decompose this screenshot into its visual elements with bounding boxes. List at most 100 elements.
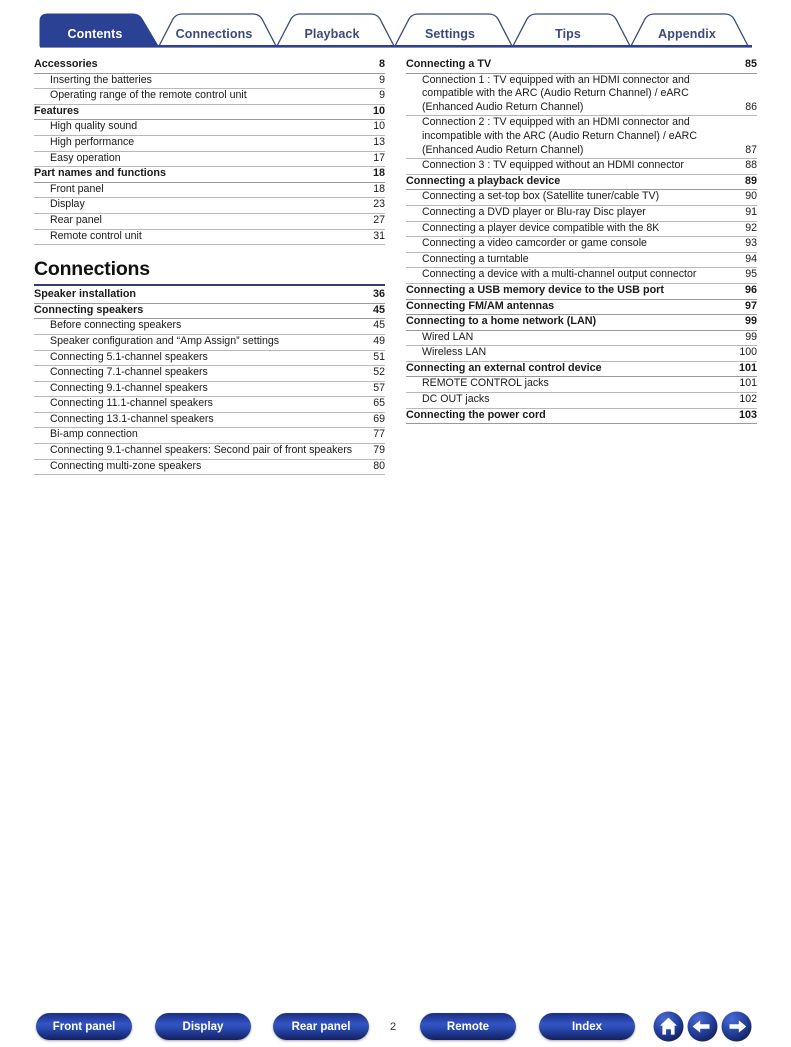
toc-entry[interactable]: DC OUT jacks 102 bbox=[406, 393, 757, 409]
toc-entry-page: 101 bbox=[739, 377, 757, 390]
toc-entry[interactable]: Connecting multi-zone speakers 80 bbox=[34, 460, 385, 476]
toc-entry[interactable]: Connecting the power cord 103 bbox=[406, 409, 757, 425]
tab-playback[interactable]: Playback bbox=[304, 27, 359, 41]
toc-entry[interactable]: Connecting 7.1-channel speakers 52 bbox=[34, 366, 385, 382]
toc-entry[interactable]: Inserting the batteries 9 bbox=[34, 74, 385, 90]
tab-appendix[interactable]: Appendix bbox=[658, 27, 716, 41]
footer-button-display[interactable]: Display bbox=[155, 1013, 251, 1040]
home-icon[interactable] bbox=[653, 1011, 684, 1042]
toc-entry-page: 17 bbox=[373, 151, 385, 164]
toc-entry-label: Accessories bbox=[34, 58, 98, 70]
toc-entry[interactable]: Connection 2 : TV equipped with an HDMI … bbox=[406, 116, 757, 160]
toc-entry[interactable]: Connecting an external control device 101 bbox=[406, 362, 757, 378]
toc-entry-page: 57 bbox=[373, 381, 385, 394]
toc-entry-page: 77 bbox=[373, 428, 385, 441]
tab-connections[interactable]: Connections bbox=[176, 27, 253, 41]
toc-entry-label: Inserting the batteries bbox=[50, 73, 152, 86]
toc-entry-label: Speaker configuration and “Amp Assign” s… bbox=[50, 334, 280, 347]
toc-entry[interactable]: Connection 1 : TV equipped with an HDMI … bbox=[406, 74, 757, 117]
toc-entry[interactable]: Connecting 13.1-channel speakers 69 bbox=[34, 413, 385, 429]
toc-entry[interactable]: Connecting 9.1-channel speakers: Second … bbox=[34, 444, 385, 460]
toc-entry-page: 85 bbox=[744, 58, 757, 70]
toc-entry-label: REMOTE CONTROL jacks bbox=[422, 377, 549, 390]
toc-entry[interactable]: Connecting a turntable 94 bbox=[406, 253, 757, 269]
arrow-right-icon[interactable] bbox=[721, 1011, 752, 1042]
toc-entry-page: 45 bbox=[372, 303, 385, 316]
toc-entry-label: High quality sound bbox=[50, 120, 138, 133]
toc-entry[interactable]: Speaker configuration and “Amp Assign” s… bbox=[34, 335, 385, 351]
toc-column-left: Accessories 8 Inserting the batteries 9 Oper… bbox=[34, 58, 385, 476]
toc-entry-page: 9 bbox=[379, 73, 385, 86]
toc-entry[interactable]: Wired LAN 99 bbox=[406, 331, 757, 347]
toc-entry[interactable]: Connecting a playback device 89 bbox=[406, 175, 757, 191]
toc-entry[interactable]: Remote control unit 31 bbox=[34, 230, 385, 246]
toc-entry-page: 88 bbox=[745, 159, 757, 172]
toc-entry[interactable]: Wireless LAN 100 bbox=[406, 346, 757, 362]
toc-entry-label: Connecting the power cord bbox=[406, 408, 546, 421]
toc-entry[interactable]: Connecting 11.1-channel speakers 65 bbox=[34, 397, 385, 413]
toc-entry[interactable]: Before connecting speakers 45 bbox=[34, 319, 385, 335]
page-number: 2 bbox=[389, 1020, 397, 1033]
toc-entry-page: 10 bbox=[372, 104, 385, 117]
toc-entry[interactable]: Connecting FM/AM antennas 97 bbox=[406, 300, 757, 316]
tab-contents[interactable]: Contents bbox=[68, 27, 123, 41]
toc-entry-page: 23 bbox=[373, 198, 385, 211]
toc-entry[interactable]: Front panel 18 bbox=[34, 183, 385, 199]
toc-entry-label: Rear panel bbox=[50, 213, 102, 226]
toc-entry-page: 89 bbox=[744, 174, 757, 187]
tab-tips[interactable]: Tips bbox=[555, 27, 581, 41]
toc-entry[interactable]: Connecting speakers 45 bbox=[34, 304, 385, 320]
toc-entry-page: 51 bbox=[373, 350, 385, 363]
toc-entry[interactable]: Connecting to a home network (LAN) 99 bbox=[406, 315, 757, 331]
toc-entry-label: Speaker installation bbox=[34, 288, 137, 301]
toc-entry[interactable]: Connecting a DVD player or Blu-ray Disc … bbox=[406, 206, 757, 222]
toc-entry[interactable]: Connecting a video camcorder or game con… bbox=[406, 237, 757, 253]
toc-entry-label: Connecting multi-zone speakers bbox=[50, 459, 202, 472]
toc-entry[interactable]: High quality sound 10 bbox=[34, 120, 385, 136]
toc-entry-page: 87 bbox=[745, 143, 757, 156]
toc-entry-page: 8 bbox=[378, 58, 385, 70]
footer-button-rear-panel[interactable]: Rear panel bbox=[273, 1013, 369, 1040]
toc-entry[interactable]: High performance 13 bbox=[34, 136, 385, 152]
toc-entry[interactable]: Connecting a USB memory device to the US… bbox=[406, 284, 757, 300]
footer-navigation: 2 Front panel Display Rear panel Remote Inde… bbox=[0, 500, 791, 1042]
toc-entry-label: Connecting a player device compatible wi… bbox=[422, 221, 660, 234]
toc-entry-label: Features bbox=[34, 104, 80, 117]
toc-entry[interactable]: Connecting a player device compatible wi… bbox=[406, 222, 757, 238]
toc-entry-label: Front panel bbox=[50, 182, 104, 195]
toc-entry[interactable]: Accessories 8 bbox=[34, 58, 385, 74]
toc-section-heading: Connections bbox=[34, 258, 150, 281]
toc-entry[interactable]: Connection 3 : TV equipped without an HD… bbox=[406, 159, 757, 175]
toc-entry[interactable]: Easy operation 17 bbox=[34, 152, 385, 168]
toc-entry-label: Connecting 9.1-channel speakers bbox=[50, 381, 208, 394]
toc-entry[interactable]: Bi-amp connection 77 bbox=[34, 428, 385, 445]
toc-entry-label: Easy operation bbox=[50, 151, 121, 164]
toc-entry[interactable]: Connecting a device with a multi-channel… bbox=[406, 268, 757, 284]
toc-entry[interactable]: REMOTE CONTROL jacks 101 bbox=[406, 377, 757, 394]
toc-entry[interactable]: Operating range of the remote control un… bbox=[34, 89, 385, 105]
tab-settings[interactable]: Settings bbox=[425, 27, 475, 41]
toc-entry[interactable]: Connecting 5.1-channel speakers 51 bbox=[34, 351, 385, 367]
toc-entry[interactable]: Connecting a set-top box (Satellite tune… bbox=[406, 190, 757, 206]
toc-entry[interactable]: Connecting 9.1-channel speakers 57 bbox=[34, 382, 385, 398]
toc-entry-page: 9 bbox=[379, 89, 385, 102]
footer-button-remote[interactable]: Remote bbox=[420, 1013, 516, 1040]
toc-entry[interactable]: Connecting a TV 85 bbox=[406, 58, 757, 74]
toc-entry-page: 18 bbox=[372, 167, 385, 180]
toc-entry-label: Connecting a DVD player or Blu-ray Disc … bbox=[422, 205, 646, 218]
toc-entry-page: 96 bbox=[744, 283, 757, 296]
toc-entry-label: Connection 2 : TV equipped with an HDMI … bbox=[422, 116, 697, 156]
toc-entry[interactable]: Features 10 bbox=[34, 105, 385, 121]
toc-entry-page: 100 bbox=[739, 346, 757, 359]
toc-entry[interactable]: Speaker installation 36 bbox=[34, 288, 385, 304]
toc-entry-page: 97 bbox=[744, 299, 757, 312]
arrow-left-icon[interactable] bbox=[687, 1011, 718, 1042]
toc-entry[interactable]: Rear panel 27 bbox=[34, 214, 385, 230]
toc-entry-label: Connecting a turntable bbox=[422, 252, 529, 265]
footer-button-index[interactable]: Index bbox=[539, 1013, 635, 1040]
footer-button-front-panel[interactable]: Front panel bbox=[36, 1013, 132, 1040]
toc-entry[interactable]: Part names and functions 18 bbox=[34, 167, 385, 183]
toc-entry[interactable]: Display 23 bbox=[34, 198, 385, 214]
toc-entry-label: Connecting a USB memory device to the US… bbox=[406, 283, 664, 296]
toc-entry-label: Connecting a set-top box (Satellite tune… bbox=[422, 190, 660, 203]
